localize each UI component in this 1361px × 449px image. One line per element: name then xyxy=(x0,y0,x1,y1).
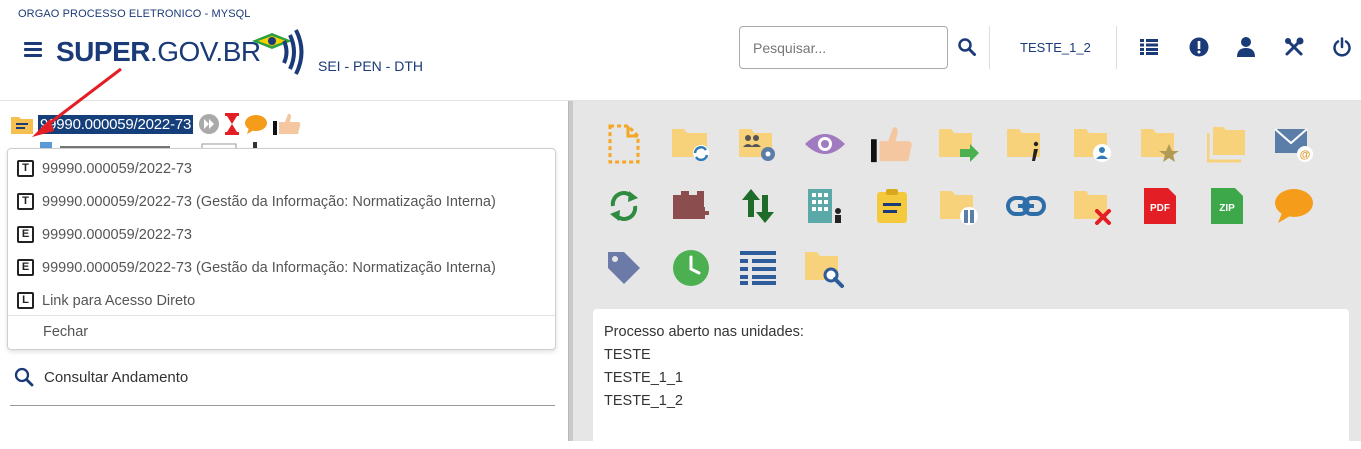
menu-item-label: 99990.000059/2022-73 (Gestão da Informaç… xyxy=(42,259,496,276)
folder-pause-icon[interactable] xyxy=(938,185,980,227)
folder-search-icon[interactable] xyxy=(804,247,846,289)
zip-icon[interactable]: ZIP xyxy=(1206,185,1248,227)
menu-item-5[interactable]: L Link para Acesso Direto xyxy=(8,284,555,317)
comment-icon[interactable] xyxy=(244,114,268,134)
award-icon[interactable] xyxy=(871,123,913,165)
user-icon[interactable] xyxy=(1235,36,1257,58)
list-view-icon[interactable] xyxy=(737,247,779,289)
award-icon[interactable] xyxy=(273,113,301,135)
reopen-folder-icon[interactable] xyxy=(670,123,712,165)
search-icon[interactable] xyxy=(956,36,978,58)
unit-item: TESTE_1_1 xyxy=(604,370,683,386)
org-name: ORGAO PROCESSO ELETRONICO - MYSQL xyxy=(18,8,251,20)
visualize-icon[interactable] xyxy=(804,123,846,165)
copy-menu: T 99990.000059/2022-73 T 99990.000059/2022… xyxy=(7,148,556,350)
list-icon[interactable] xyxy=(1138,36,1160,58)
pdf-icon[interactable]: PDF xyxy=(1139,185,1181,227)
folder-info-icon[interactable] xyxy=(1005,123,1047,165)
menu-item-label: 99990.000059/2022-73 xyxy=(42,160,192,177)
search-icon xyxy=(14,367,34,387)
search-input[interactable] xyxy=(739,26,948,69)
annotation-arrow xyxy=(32,67,122,137)
notes-icon[interactable] xyxy=(871,185,913,227)
assign-users-icon[interactable] xyxy=(737,123,779,165)
logo-flag-icon xyxy=(252,29,304,75)
actions-panel: @ PDF ZIP Processo aberto nas unidades: … xyxy=(573,101,1361,449)
folder-send-icon[interactable] xyxy=(938,123,980,165)
menu-item-2[interactable]: T 99990.000059/2022-73 (Gestão da Informa… xyxy=(8,185,555,218)
link-icon[interactable] xyxy=(1005,185,1047,227)
hourglass-icon[interactable] xyxy=(225,113,240,135)
menu-badge: L xyxy=(17,292,34,309)
tools-icon[interactable] xyxy=(1283,36,1305,58)
consult-label: Consultar Andamento xyxy=(44,368,189,386)
header: ORGAO PROCESSO ELETRONICO - MYSQL SUPER.… xyxy=(0,0,1361,101)
alert-icon[interactable] xyxy=(1188,36,1210,58)
menu-item-label: 99990.000059/2022-73 (Gestão da Informaç… xyxy=(42,193,496,210)
menu-close-button[interactable]: Fechar xyxy=(43,324,88,340)
menu-icon[interactable] xyxy=(24,42,42,58)
menu-item-1[interactable]: T 99990.000059/2022-73 xyxy=(8,152,555,185)
sync-icon[interactable] xyxy=(603,185,645,227)
menu-badge: E xyxy=(17,226,34,243)
svg-text:ZIP: ZIP xyxy=(1219,203,1235,214)
logo-light: .GOV.BR xyxy=(149,36,261,67)
menu-item-4[interactable]: E 99990.000059/2022-73 (Gestão da Informa… xyxy=(8,251,555,284)
clock-icon[interactable] xyxy=(670,247,712,289)
email-icon[interactable]: @ xyxy=(1273,123,1315,165)
swap-icon[interactable] xyxy=(737,185,779,227)
folder-remove-icon[interactable] xyxy=(1072,185,1114,227)
folders-icon[interactable] xyxy=(1206,123,1248,165)
folder-star-icon[interactable] xyxy=(1139,123,1181,165)
forward-icon[interactable] xyxy=(198,113,220,135)
folder-user-icon[interactable] xyxy=(1072,123,1114,165)
menu-badge: T xyxy=(17,193,34,210)
header-separator xyxy=(989,26,990,69)
attach-block-icon[interactable] xyxy=(670,185,712,227)
menu-badge: T xyxy=(17,160,34,177)
menu-separator xyxy=(8,315,555,316)
menu-badge: E xyxy=(17,259,34,276)
unit-selector[interactable]: TESTE_1_2 xyxy=(1020,40,1091,55)
power-icon[interactable] xyxy=(1331,36,1353,58)
menu-item-label: 99990.000059/2022-73 xyxy=(42,226,192,243)
new-document-icon[interactable] xyxy=(603,123,645,165)
units-title: Processo aberto nas unidades: xyxy=(604,324,804,340)
comment-icon[interactable] xyxy=(1273,185,1315,227)
svg-text:PDF: PDF xyxy=(1150,203,1170,214)
header-separator xyxy=(1116,26,1117,69)
units-box: Processo aberto nas unidades: TESTE TEST… xyxy=(593,309,1349,449)
tree-panel: 99990.000059/2022-73 T 99990.000059/2022-… xyxy=(0,67,568,441)
menu-item-label: Link para Acesso Direto xyxy=(42,292,196,309)
svg-text:@: @ xyxy=(1300,149,1311,161)
unit-item: TESTE xyxy=(604,347,651,363)
subtitle: SEI - PEN - DTH xyxy=(318,58,424,74)
consult-divider xyxy=(10,405,555,406)
consult-link[interactable]: Consultar Andamento xyxy=(14,367,188,387)
unit-item: TESTE_1_2 xyxy=(604,393,683,409)
tag-icon[interactable] xyxy=(603,247,645,289)
building-user-icon[interactable] xyxy=(804,185,846,227)
menu-item-3[interactable]: E 99990.000059/2022-73 xyxy=(8,218,555,251)
